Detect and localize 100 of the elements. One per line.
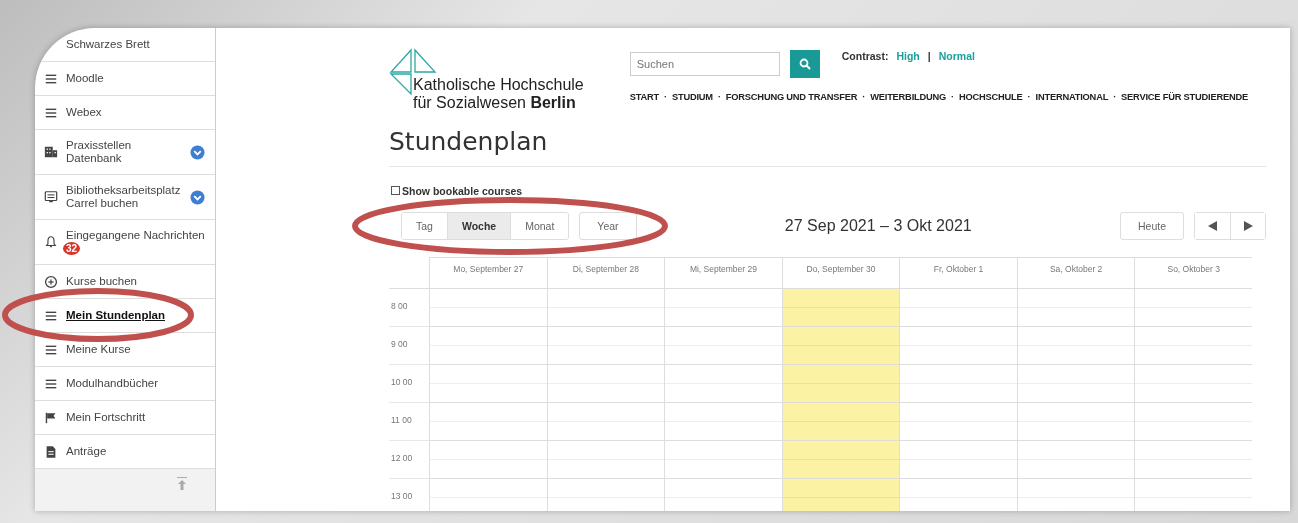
calendar-cell[interactable] [899,288,1017,327]
sidebar-item[interactable]: Mein Fortschritt [35,401,215,435]
calendar-cell[interactable] [664,364,782,403]
nav-link[interactable]: START [629,92,660,102]
sidebar-item[interactable]: Mein Stundenplan [35,299,215,333]
calendar-cell[interactable] [1016,478,1135,511]
calendar-cell[interactable] [1016,288,1135,327]
sidebar-item[interactable]: Moodle [35,62,215,96]
today-cell[interactable] [781,364,900,403]
page-title: Stundenplan [389,126,1266,167]
today-cell[interactable] [781,288,900,327]
calendar-cell[interactable] [546,478,665,511]
search-button[interactable] [789,50,820,78]
view-tab[interactable]: Tag [402,212,448,239]
calendar-cell[interactable] [429,288,547,327]
right-triangle-icon [1243,220,1253,231]
calendar-cell[interactable] [664,440,782,479]
day-header: Sa, Oktober 2 [1016,256,1135,289]
calendar-cell[interactable] [546,288,665,327]
day-header: Fr, Oktober 1 [899,256,1017,289]
flag-icon [44,410,58,425]
scroll-top-icon[interactable] [177,477,187,491]
calendar-cell[interactable] [429,364,547,403]
calendar-cell[interactable] [664,402,782,441]
today-button[interactable]: Heute [1119,211,1184,240]
year-button[interactable]: Year [579,211,637,240]
calendar-cell[interactable] [664,288,782,327]
calendar-cell[interactable] [1134,440,1252,479]
left-triangle-icon [1208,220,1217,231]
calendar-cell[interactable] [1134,402,1252,441]
calendar-cell[interactable] [429,326,547,365]
checkbox-label: Show bookable courses [402,184,523,197]
nav-link[interactable]: INTERNATIONAL [1035,92,1109,102]
building-icon [44,145,58,159]
search-field[interactable]: Suchen [629,52,780,76]
sidebar-item[interactable]: Modulhandbücher [35,367,215,401]
nav-separator: · [1113,92,1117,102]
checkbox[interactable] [391,186,400,196]
calendar-cell[interactable] [429,402,547,441]
calendar-cell[interactable] [899,402,1017,441]
day-header: Do, September 30 [781,256,900,289]
day-header: Mo, September 27 [429,256,547,289]
logo-text: Katholische Hochschule [413,76,584,95]
calendar-cell[interactable] [1134,288,1252,327]
sidebar-item[interactable]: Schwarzes Brett [35,28,215,62]
count-badge: 32 [63,241,81,255]
today-cell[interactable] [781,326,900,365]
chevron-down-icon[interactable] [190,189,205,205]
calendar-cell[interactable] [546,326,665,365]
divider-text: | [927,50,931,62]
calendar-cell[interactable] [1134,478,1252,511]
calendar-cell[interactable] [664,326,782,365]
plus-circle-icon [44,274,58,289]
calendar-cell[interactable] [429,478,547,511]
nav-separator: · [951,92,954,102]
calendar-cell[interactable] [1134,364,1252,403]
day-header: Di, September 28 [546,256,665,289]
calendar-cell[interactable] [1016,402,1135,441]
nav-link[interactable]: SERVICE FÜR STUDIERENDE [1121,92,1248,102]
today-cell[interactable] [781,478,900,511]
logo-text: für Sozialwesen Berlin [413,94,577,113]
today-cell[interactable] [781,402,900,441]
nav-separator: · [1027,92,1031,102]
nav-link[interactable]: WEITERBILDUNG [870,92,947,102]
next-button[interactable] [1230,212,1265,239]
nav-separator: · [717,92,721,102]
contrast-label: Contrast: [841,50,889,62]
calendar-cell[interactable] [1134,326,1252,365]
sidebar-item[interactable]: Meine Kurse [35,333,215,367]
calendar-cell[interactable] [899,478,1017,511]
calendar-cell[interactable] [899,440,1017,479]
sidebar-item[interactable]: Webex [35,96,215,130]
calendar-cell[interactable] [1016,326,1135,365]
date-range: 27 Sep 2021 – 3 Okt 2021 [783,216,973,235]
monitor-icon [44,190,58,204]
sidebar-item[interactable]: Bibliotheksarbeitsplatz Carrel buchen [35,175,215,220]
search-icon [798,58,811,70]
sidebar-item[interactable]: Praxisstellen Datenbank [35,130,215,175]
day-header: So, Oktober 3 [1134,256,1252,289]
sidebar-item[interactable]: Kurse buchen [35,265,215,299]
calendar-cell[interactable] [546,364,665,403]
day-header: Mi, September 29 [664,256,782,289]
calendar-cell[interactable] [546,440,665,479]
nav-link[interactable]: FORSCHUNG UND TRANSFER [725,92,858,102]
sidebar-item[interactable]: Eingegangene Nachrichten 32 [35,220,215,265]
calendar-cell[interactable] [546,402,665,441]
calendar-cell[interactable] [1016,364,1135,403]
nav-link[interactable]: HOCHSCHULE [959,92,1023,102]
calendar-cell[interactable] [429,440,547,479]
calendar-cell[interactable] [899,364,1017,403]
calendar-cell[interactable] [664,478,782,511]
chevron-down-icon[interactable] [190,144,205,160]
nav-link[interactable]: STUDIUM [671,92,713,102]
document-icon [44,444,58,459]
bell-icon [44,235,58,249]
nav-separator: · [664,92,667,102]
today-cell[interactable] [781,440,900,479]
calendar-cell[interactable] [899,326,1017,365]
calendar-cell[interactable] [1016,440,1135,479]
view-tab[interactable]: Woche [447,212,512,239]
